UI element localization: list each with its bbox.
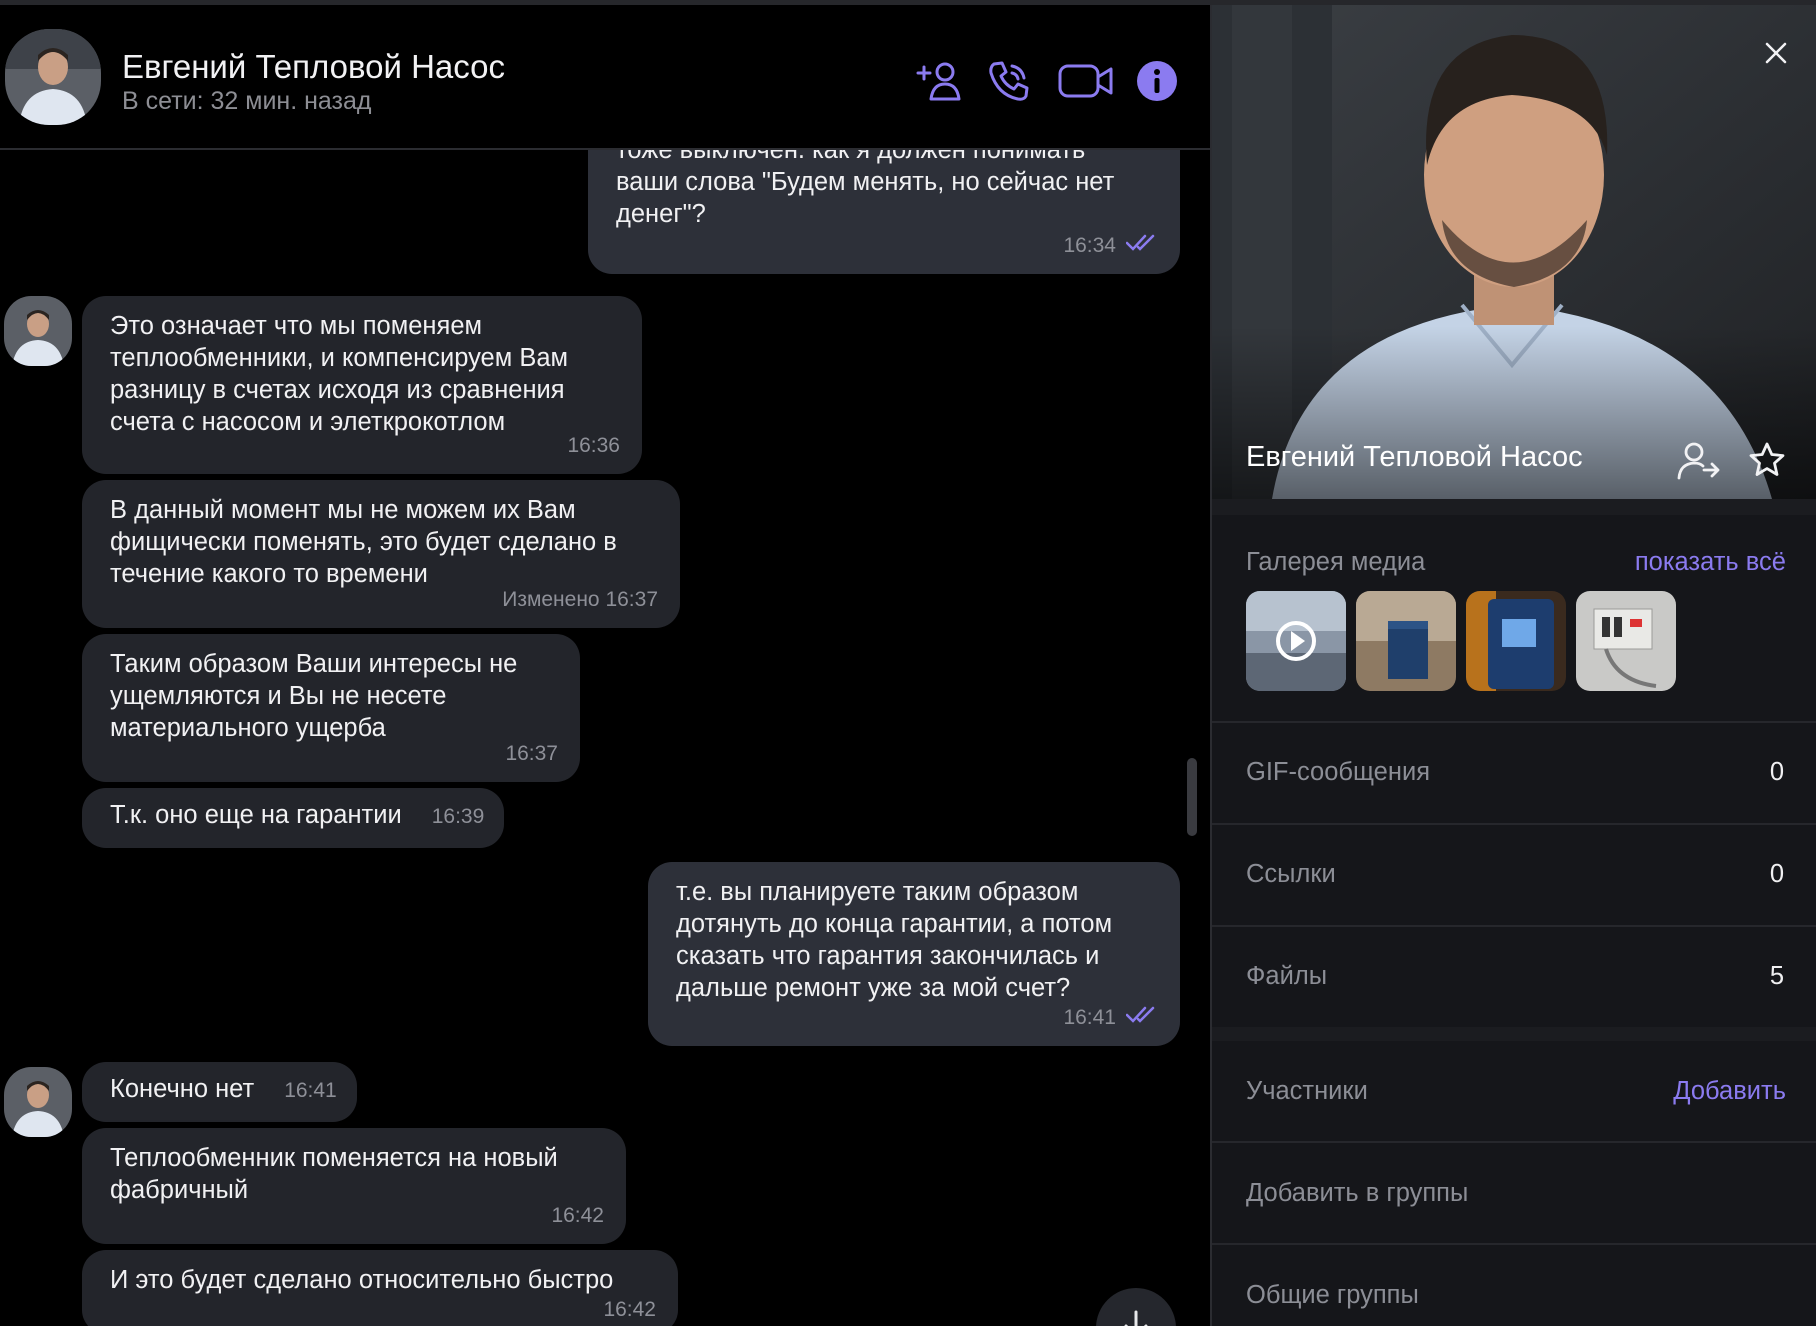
message-bubble-incoming[interactable]: Т.к. оно еще на гарантии 16:39 — [82, 788, 505, 848]
message-text: Теплообменник поменяется на новый фабрич… — [110, 1144, 558, 1204]
media-thumbnail-video[interactable] — [1246, 591, 1346, 691]
message-bubble-incoming[interactable]: В данный момент мы не можем их Вам фищич… — [82, 480, 680, 628]
chat-header: Евгений Тепловой Насос В сети: 32 мин. н… — [0, 5, 1210, 150]
message-meta: 16:41 — [284, 1075, 337, 1107]
message-meta: 16:42 — [603, 1294, 656, 1326]
sender-avatar[interactable] — [4, 296, 72, 366]
message-time: Изменено 16:37 — [502, 588, 658, 611]
scrollbar-thumb[interactable] — [1187, 758, 1197, 836]
arrow-down-icon — [1121, 1310, 1151, 1326]
media-thumbnail[interactable] — [1466, 591, 1566, 691]
message-bubble-incoming[interactable]: Конечно нет 16:41 — [82, 1062, 357, 1122]
add-member-button[interactable]: Добавить — [1673, 1077, 1786, 1106]
common-groups-label: Общие группы — [1246, 1281, 1419, 1309]
share-contact-icon[interactable] — [1674, 435, 1724, 485]
profile-name: Евгений Тепловой Насос — [1246, 441, 1583, 473]
add-to-groups-label: Добавить в группы — [1246, 1179, 1469, 1207]
info-icon[interactable] — [1131, 55, 1183, 107]
avatar[interactable] — [5, 29, 101, 125]
message-meta: 16:34 — [1063, 230, 1158, 262]
message-text: Конечно нет — [110, 1075, 255, 1103]
message-text: Таким образом Ваши интересы не ущемляютс… — [110, 650, 518, 742]
message-time: 16:36 — [567, 434, 620, 457]
message-list[interactable]: тоже выключен. как я должен понимать ваш… — [0, 150, 1210, 1326]
message-text: Т.к. оно еще на гарантии — [110, 801, 402, 829]
message-bubble-incoming[interactable]: Это означает что мы поменяем теплообменн… — [82, 296, 642, 474]
phone-icon[interactable] — [983, 55, 1035, 107]
add-user-icon[interactable] — [914, 55, 966, 107]
close-icon — [1765, 42, 1787, 69]
contact-status: В сети: 32 мин. назад — [122, 87, 372, 115]
double-check-icon — [1125, 230, 1158, 262]
add-to-groups-row[interactable]: Добавить в группы — [1212, 1143, 1816, 1243]
message-meta: 16:41 — [1063, 1002, 1158, 1034]
media-thumbnail[interactable] — [1356, 591, 1456, 691]
message-time: 16:41 — [1063, 1006, 1116, 1029]
links-row[interactable]: Ссылки 0 — [1212, 825, 1816, 925]
message-bubble-incoming[interactable]: Таким образом Ваши интересы не ущемляютс… — [82, 634, 580, 782]
star-icon[interactable] — [1742, 435, 1792, 485]
close-panel-button[interactable] — [1756, 35, 1796, 75]
message-time: 16:37 — [505, 742, 558, 765]
message-time: 16:42 — [603, 1298, 656, 1321]
message-text: И это будет сделано относительно быстро — [110, 1266, 614, 1294]
links-label: Ссылки — [1246, 860, 1336, 888]
message-bubble-incoming[interactable]: Теплообменник поменяется на новый фабрич… — [82, 1128, 626, 1244]
message-text: В данный момент мы не можем их Вам фищич… — [110, 496, 617, 588]
show-all-link[interactable]: показать всё — [1635, 548, 1786, 577]
files-count: 5 — [1769, 962, 1784, 990]
double-check-icon — [1125, 1002, 1158, 1034]
members-label: Участники — [1246, 1077, 1368, 1105]
video-camera-icon[interactable] — [1056, 55, 1116, 107]
contact-name[interactable]: Евгений Тепловой Насос — [122, 48, 505, 86]
gif-count: 0 — [1769, 758, 1784, 786]
links-count: 0 — [1769, 860, 1784, 888]
message-meta: 16:42 — [551, 1200, 604, 1232]
message-meta: Изменено 16:37 — [502, 584, 658, 616]
message-bubble-incoming[interactable]: И это будет сделано относительно быстро … — [82, 1250, 678, 1326]
message-meta: 16:36 — [567, 430, 620, 462]
members-row: Участники Добавить — [1212, 1041, 1816, 1141]
message-text: Это означает что мы поменяем теплообменн… — [110, 312, 569, 436]
message-time: 16:39 — [431, 805, 485, 828]
message-time: 16:42 — [551, 1204, 604, 1227]
gif-label: GIF-сообщения — [1246, 758, 1431, 786]
message-time: 16:34 — [1063, 234, 1116, 257]
profile-photo[interactable] — [1212, 5, 1816, 499]
message-bubble-outgoing[interactable]: т.е. вы планируете таким образом дотянут… — [648, 862, 1180, 1046]
message-text: т.е. вы планируете таким образом дотянут… — [676, 878, 1113, 1002]
files-label: Файлы — [1246, 962, 1328, 990]
chat-view: Евгений Тепловой Насос В сети: 32 мин. н… — [0, 5, 1210, 1326]
message-meta: 16:37 — [505, 738, 558, 770]
files-row[interactable]: Файлы 5 — [1212, 927, 1816, 1027]
message-bubble-outgoing[interactable]: тоже выключен. как я должен понимать ваш… — [588, 150, 1180, 274]
message-meta: 16:39 — [432, 801, 485, 833]
sender-avatar[interactable] — [4, 1067, 72, 1137]
media-thumbnail[interactable] — [1576, 591, 1676, 691]
common-groups-row[interactable]: Общие группы — [1212, 1245, 1816, 1326]
message-text: тоже выключен. как я должен понимать ваш… — [616, 150, 1115, 228]
contact-info-panel: Евгений Тепловой Насос Галерея медиа пок… — [1210, 5, 1816, 1326]
message-time: 16:41 — [284, 1079, 337, 1102]
gif-row[interactable]: GIF-сообщения 0 — [1212, 723, 1816, 823]
media-gallery-label: Галерея медиа — [1246, 548, 1426, 576]
